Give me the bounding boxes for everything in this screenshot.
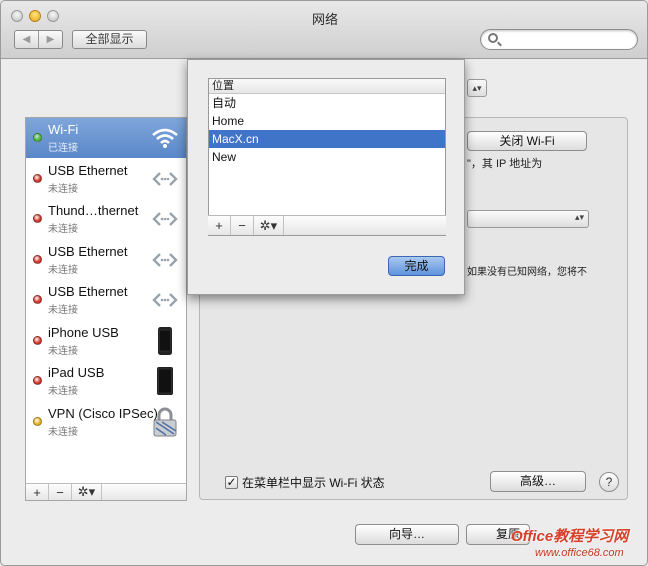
status-dot [33, 214, 42, 223]
add-service-button[interactable]: + [26, 484, 49, 500]
advanced-button[interactable]: 高级… [490, 471, 586, 492]
status-dot [33, 254, 42, 264]
location-item[interactable]: 自动 [209, 94, 445, 112]
service-name: Wi-Fi [48, 122, 79, 137]
search-icon [488, 33, 498, 43]
service-name: USB Ethernet [48, 162, 128, 178]
wifi-icon [150, 124, 180, 152]
show-wifi-status-row[interactable]: ✓ 在菜单栏中显示 Wi-Fi 状态 [225, 474, 385, 491]
service-item[interactable]: iPhone USB 未连接 [26, 321, 186, 361]
service-name: iPhone USB [48, 324, 119, 340]
service-item[interactable]: USB Ethernet 未连接 [26, 240, 186, 280]
service-item[interactable]: VPN (Cisco IPSec) 未连接 [26, 402, 186, 442]
back-forward-control: ◀ ▶ [14, 30, 63, 49]
iphone-icon [150, 326, 180, 355]
assist-me-button[interactable]: 向导… [355, 524, 459, 545]
done-button[interactable]: 完成 [388, 256, 445, 276]
status-dot [33, 376, 42, 385]
service-status: 未连接 [48, 305, 78, 316]
service-status: 未连接 [48, 426, 78, 438]
location-popup-stub[interactable]: ▴▾ [467, 79, 487, 97]
ipad-icon [150, 367, 180, 395]
service-list: Wi-Fi 已连接 USB Ethernet 未连接 Thund…thernet 未连接 U… [25, 117, 187, 500]
service-status: 未连接 [48, 264, 78, 276]
forward-button[interactable]: ▶ [39, 31, 62, 48]
gear-icon[interactable]: ✲▾ [72, 484, 102, 500]
ethernet-icon [150, 205, 180, 233]
status-dot [33, 133, 42, 142]
network-name-popup[interactable]: ▴▾ [467, 210, 589, 228]
service-name: USB Ethernet [48, 284, 128, 299]
edit-locations-sheet: 位置 自动 Home MacX.cn New + − ✲▾ 完成 [187, 59, 465, 295]
add-location-button[interactable]: + [208, 216, 231, 235]
location-list-header: 位置 [209, 79, 445, 94]
ethernet-icon [150, 286, 180, 314]
status-dot [33, 295, 42, 304]
show-all-button[interactable]: 全部显示 [72, 30, 147, 49]
remove-location-button[interactable]: − [231, 216, 254, 235]
service-status: 未连接 [48, 386, 78, 397]
service-list-toolbar: + − ✲▾ [25, 483, 187, 501]
service-item[interactable]: USB Ethernet 未连接 [26, 280, 186, 320]
location-item[interactable]: Home [209, 112, 445, 130]
ask-to-join-text: 如果没有已知网络，您将不 [467, 267, 587, 278]
status-dot [33, 335, 42, 345]
service-item[interactable]: USB Ethernet 未连接 [26, 159, 186, 199]
turn-off-wifi-button[interactable]: 关闭 Wi-Fi [467, 131, 587, 151]
ethernet-icon [150, 246, 180, 274]
service-status: 未连接 [48, 345, 78, 357]
help-button[interactable]: ? [599, 472, 619, 492]
back-button[interactable]: ◀ [15, 31, 39, 48]
location-list: 位置 自动 Home MacX.cn New [208, 78, 446, 236]
service-name: iPad USB [48, 365, 105, 380]
ip-status-text: "，其 IP 地址为 [467, 158, 543, 170]
network-preferences-window: 网络 ◀ ▶ 全部显示 ▴▾ Wi-Fi 已连接 USB Ethernet 未连接 Th… [0, 0, 648, 566]
location-list-toolbar: + − ✲▾ [208, 215, 446, 235]
service-item[interactable]: iPad USB 未连接 [26, 361, 186, 401]
service-name: VPN (Cisco IPSec) [48, 405, 158, 421]
revert-button[interactable]: 复原 [466, 524, 530, 545]
show-wifi-status-checkbox[interactable]: ✓ [225, 476, 238, 489]
lock-icon [150, 407, 180, 436]
gear-icon[interactable]: ✲▾ [254, 216, 284, 235]
window-title: 网络 [311, 12, 338, 27]
chevron-updown-icon: ▴▾ [574, 212, 584, 222]
service-item[interactable]: Thund…thernet 未连接 [26, 199, 186, 239]
remove-service-button[interactable]: − [49, 484, 72, 500]
ethernet-icon [150, 165, 180, 193]
watermark-line2: www.office68.com [535, 547, 624, 559]
service-status: 未连接 [48, 224, 78, 235]
search-field[interactable] [480, 29, 638, 50]
service-item[interactable]: Wi-Fi 已连接 [26, 118, 186, 158]
location-item[interactable]: MacX.cn [209, 130, 445, 148]
service-status: 未连接 [48, 183, 78, 195]
location-item[interactable]: New [209, 148, 445, 166]
service-status: 已连接 [48, 143, 78, 154]
titlebar: 网络 ◀ ▶ 全部显示 [1, 1, 647, 59]
status-dot [33, 173, 42, 183]
service-name: Thund…thernet [48, 203, 139, 218]
show-wifi-status-label: 在菜单栏中显示 Wi-Fi 状态 [242, 476, 385, 490]
status-dot [33, 416, 42, 426]
service-name: USB Ethernet [48, 243, 128, 259]
